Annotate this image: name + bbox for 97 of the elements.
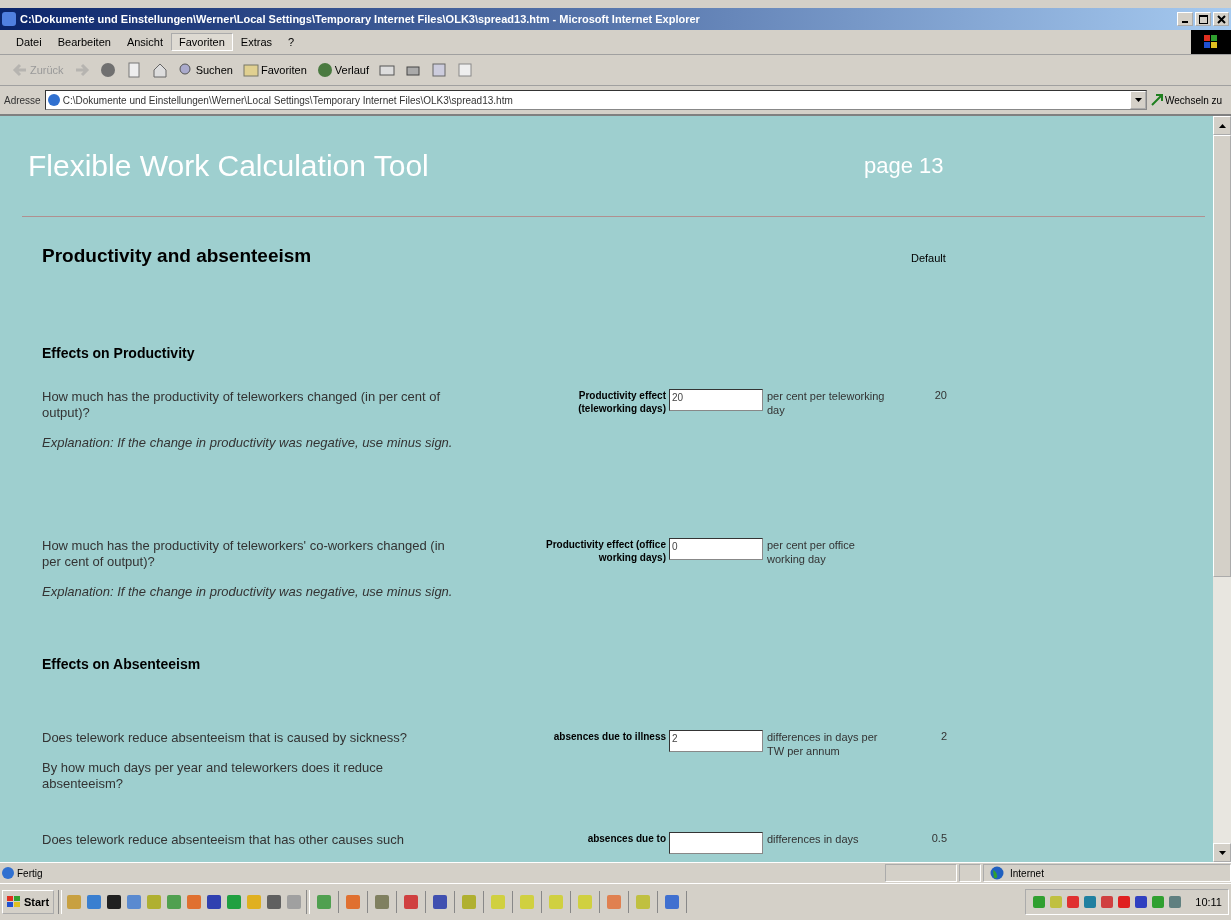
tray-icon[interactable] [1066, 895, 1081, 909]
start-button[interactable]: Start [2, 890, 55, 914]
address-label: Adresse [4, 94, 41, 106]
question-text: How much has the productivity of teleworkers' co-workers changed (in per cent of output)? [42, 538, 446, 570]
app-icon [664, 894, 681, 910]
tray-icon[interactable] [1032, 895, 1047, 909]
restore-button[interactable] [1195, 12, 1211, 26]
page-title: Flexible Work Calculation Tool [27, 149, 430, 183]
taskbar-button[interactable] [430, 891, 456, 913]
taskbar-button[interactable] [372, 891, 398, 913]
question-text: Does telework reduce absenteeism that is caused by sickness? [42, 730, 408, 746]
field-label: Productivity effect (teleworking days) [577, 389, 666, 415]
input-field[interactable] [669, 832, 763, 854]
app-icon [374, 894, 391, 910]
input-field[interactable]: 0 [669, 538, 763, 560]
back-icon [12, 62, 28, 78]
tray-icon[interactable] [1151, 895, 1166, 909]
app-icon [577, 894, 594, 910]
history-button[interactable]: Verlauf [312, 60, 374, 80]
window-title: C:\Dokumente und Einstellungen\Werner\Local Settings\Temporary Internet Files\OLK3\spread13.htm - Microsoft Internet Explorer [20, 13, 701, 25]
explanation-text: By how much days per year and teleworkers does it reduce absenteeism? [42, 760, 385, 792]
app-icon [490, 894, 507, 910]
taskbar-button[interactable] [401, 891, 427, 913]
browser-icon [2, 12, 16, 26]
question-text: How much has the productivity of teleworkers changed (in per cent of output)? [42, 389, 442, 421]
home-icon [151, 62, 168, 78]
taskbar-button[interactable] [459, 891, 485, 913]
taskbar-button[interactable] [517, 891, 543, 913]
dropdown-arrow-icon [1134, 98, 1142, 102]
arrow-icon [1151, 94, 1163, 106]
app-icon [345, 894, 362, 910]
app-icon [635, 894, 652, 910]
unit-text: differences in days per TW per annum [767, 730, 879, 758]
tray-icon[interactable] [1117, 895, 1132, 909]
explanation-text: Explanation: If the change in productivity was negative, use minus sign. [42, 584, 454, 600]
taskbar-button[interactable] [575, 891, 601, 913]
down-arrow-icon [1218, 850, 1226, 855]
taskbar-button[interactable] [604, 891, 630, 913]
taskbar-button[interactable] [546, 891, 572, 913]
clock: 10:11 [1195, 896, 1222, 908]
default-value: 0.5 [930, 832, 947, 844]
up-arrow-icon [1218, 123, 1226, 128]
field-label: Productivity effect (office working days) [544, 538, 666, 564]
zone-text: Internet [1010, 867, 1044, 879]
search-button[interactable]: Suchen [173, 60, 237, 80]
menu-item[interactable]: Extras [232, 33, 281, 51]
input-field[interactable]: 2 [669, 730, 763, 752]
tray-icon[interactable] [1168, 895, 1183, 909]
subsection-heading: Effects on Productivity [41, 345, 196, 361]
unit-text: per cent per office working day [767, 538, 856, 566]
status-text: Fertig [17, 867, 43, 879]
field-label: absences due to illness [552, 730, 666, 743]
app-icon [606, 894, 623, 910]
taskbar-button[interactable] [662, 891, 688, 913]
input-field[interactable]: 20 [669, 389, 763, 411]
minimize-button[interactable] [1177, 12, 1193, 26]
menu-item[interactable]: Datei [8, 33, 50, 51]
page-number: page 13 [864, 153, 944, 179]
menu-item[interactable]: Bearbeiten [49, 33, 119, 51]
section-heading: Productivity and absenteeism [42, 245, 313, 267]
app-icon [461, 894, 478, 910]
default-value: 20 [933, 389, 947, 401]
taskbar-button[interactable] [633, 891, 659, 913]
unit-text: per cent per teleworking day [767, 389, 886, 417]
default-value: 2 [939, 730, 947, 742]
forward-icon [73, 62, 90, 78]
address-field[interactable]: C:\Dokumente und Einstellungen\Werner\Local Settings\Temporary Internet Files\OLK3\spread13.htm [44, 90, 1147, 110]
question-text: Does telework reduce absenteeism that has other causes such [42, 832, 406, 848]
app-icon [519, 894, 536, 910]
subsection-heading: Effects on Absenteeism [41, 656, 202, 672]
quick-launch-icon[interactable] [206, 894, 223, 910]
globe-icon [990, 866, 1004, 880]
scroll-down-button[interactable] [1213, 843, 1231, 862]
app-icon [548, 894, 565, 910]
taskbar-button[interactable] [314, 891, 340, 913]
close-button[interactable] [1213, 12, 1229, 26]
taskbar-button[interactable] [343, 891, 369, 913]
column-heading: Default [911, 252, 946, 264]
favorites-button[interactable]: Favoriten [238, 60, 311, 80]
field-label: absences due to [586, 832, 666, 845]
app-icon [403, 894, 420, 910]
windows-logo-icon [7, 896, 21, 908]
menu-item[interactable]: Favoriten [171, 33, 233, 51]
go-button[interactable]: Wechseln zu [1151, 94, 1227, 106]
tray-icon[interactable] [1100, 895, 1115, 909]
explanation-text: Explanation: If the change in productivity was negative, use minus sign. [42, 435, 454, 451]
menu-item[interactable]: Ansicht [118, 33, 171, 51]
app-icon [316, 894, 333, 910]
scroll-up-button[interactable] [1213, 116, 1231, 135]
menu-item[interactable]: ? [280, 33, 303, 51]
quick-launch-icon[interactable] [106, 894, 123, 910]
unit-text: differences in days [767, 832, 860, 846]
taskbar-button[interactable] [488, 891, 514, 913]
tray-icon[interactable] [1083, 895, 1098, 909]
app-icon [432, 894, 449, 910]
windows-logo-icon [1191, 30, 1231, 54]
tray-icon[interactable] [1134, 895, 1149, 909]
